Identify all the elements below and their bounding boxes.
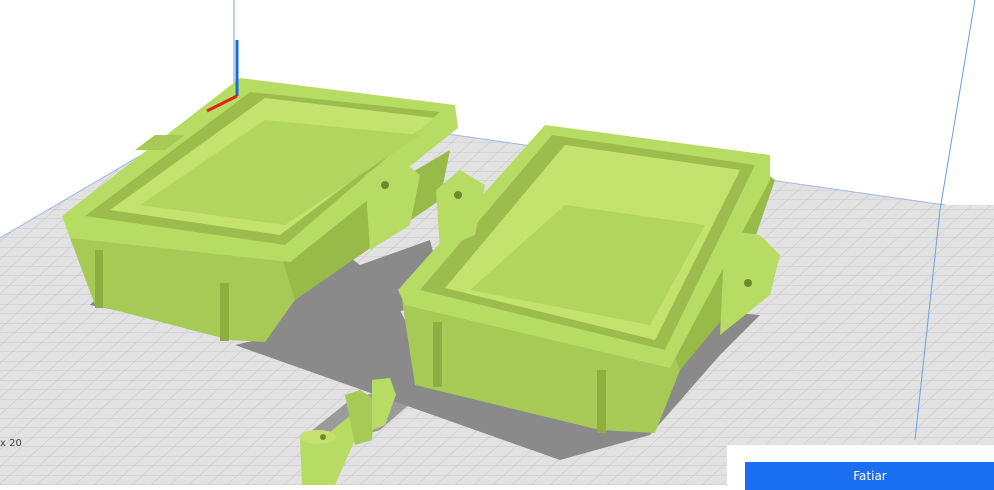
slice-button[interactable]: Fatiar (745, 462, 994, 490)
3d-viewport[interactable]: x 20 (0, 0, 994, 485)
slice-panel: Fatiar (726, 444, 994, 490)
dimension-readout: x 20 (0, 438, 22, 449)
